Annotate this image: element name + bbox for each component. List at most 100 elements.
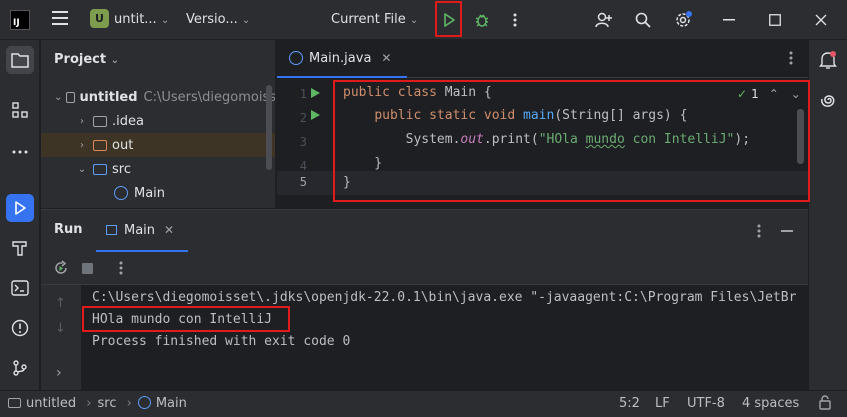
- tree-item-main[interactable]: Main: [41, 181, 275, 205]
- project-tool-button[interactable]: [6, 46, 34, 74]
- run-icon: [15, 201, 26, 215]
- line-separator[interactable]: LF: [655, 391, 670, 417]
- structure-icon: [12, 102, 28, 118]
- console-output-line: Process finished with exit code 0: [92, 334, 351, 349]
- indent-setting[interactable]: 4 spaces: [742, 391, 799, 417]
- run-options-icon[interactable]: [757, 223, 761, 243]
- breadcrumb-item[interactable]: untitled: [26, 396, 76, 411]
- gear-icon[interactable]: [671, 8, 695, 32]
- code-editor[interactable]: 1 2 3 4 5 public class Main { public sta…: [277, 79, 810, 208]
- java-class-icon: [289, 51, 303, 65]
- close-icon[interactable]: ✕: [381, 51, 391, 65]
- java-class-icon: [137, 396, 151, 409]
- more-tools-button[interactable]: [6, 138, 34, 166]
- highlight-run-button: [435, 1, 462, 37]
- run-gutter-icon[interactable]: [311, 88, 320, 98]
- git-icon: [13, 360, 27, 376]
- run-panel: Run Main ✕ ↑ ↓ › C:\Users\diegomoisset\.…: [41, 209, 808, 391]
- tab-label: Main.java: [309, 50, 372, 66]
- breadcrumb: untitled › src › Main: [8, 391, 187, 417]
- chevron-down-icon: ⌄: [77, 163, 87, 175]
- spiral-icon: [821, 95, 835, 107]
- chevron-right-icon: ›: [126, 396, 132, 411]
- tree-item-path: C:\Users\diegomoiss: [143, 89, 276, 105]
- chevron-right-icon[interactable]: ›: [56, 365, 62, 381]
- chevron-down-icon: ⌄: [409, 15, 419, 26]
- intellij-logo[interactable]: IJ: [10, 10, 30, 30]
- structure-tool-button[interactable]: [6, 96, 34, 124]
- highlight-output-box: [82, 306, 290, 332]
- run-gutter-icon[interactable]: [311, 110, 320, 120]
- project-badge[interactable]: U: [90, 9, 109, 28]
- run-tab-label: Main: [124, 222, 156, 238]
- chevron-right-icon: ›: [80, 139, 84, 151]
- tree-item-label: src: [112, 161, 131, 177]
- console-icon: [106, 225, 117, 235]
- hide-panel-icon[interactable]: [781, 230, 793, 232]
- breadcrumb-item[interactable]: Main: [156, 396, 187, 411]
- close-button[interactable]: [798, 0, 844, 40]
- tab-main-java[interactable]: Main.java ✕: [277, 40, 407, 78]
- caret-position[interactable]: 5:2: [619, 391, 640, 417]
- tree-item-out[interactable]: › out: [41, 133, 275, 157]
- notifications-button[interactable]: [814, 46, 842, 74]
- chevron-down-icon: ⌄: [241, 15, 251, 26]
- git-tool-button[interactable]: [6, 354, 34, 382]
- debug-button[interactable]: [470, 8, 494, 32]
- more-tabs-icon[interactable]: [789, 50, 793, 70]
- tree-item-idea[interactable]: › .idea: [41, 109, 275, 133]
- run-config-label: Current File: [331, 12, 406, 27]
- breadcrumb-item[interactable]: src: [98, 396, 117, 411]
- build-tool-button[interactable]: [6, 234, 34, 262]
- chevron-right-icon: ›: [80, 115, 84, 127]
- line-number: 5: [299, 175, 307, 189]
- project-panel-title[interactable]: Project ⌄: [54, 52, 119, 67]
- project-scrollbar[interactable]: [266, 85, 272, 170]
- file-encoding[interactable]: UTF-8: [687, 391, 725, 417]
- problems-tool-button[interactable]: [6, 314, 34, 342]
- source-folder-icon: [93, 163, 107, 175]
- line-number: 2: [299, 111, 307, 125]
- left-tool-strip: [0, 40, 40, 390]
- vcs-widget[interactable]: Versio... ⌄: [186, 0, 250, 40]
- main-menu-icon[interactable]: [52, 11, 68, 27]
- run-toolbar: [41, 252, 808, 285]
- chevron-right-icon: ›: [86, 396, 92, 411]
- run-side-toolbar: ↑ ↓ ›: [41, 285, 81, 391]
- tree-item-untitled[interactable]: ⌄ untitled C:\Users\diegomoiss: [41, 85, 276, 109]
- folder-icon: [8, 398, 21, 408]
- tree-item-src[interactable]: ⌄ src: [41, 157, 275, 181]
- minimize-button[interactable]: [706, 0, 752, 40]
- ai-assistant-button[interactable]: [814, 86, 842, 114]
- arrow-up-icon[interactable]: ↑: [55, 296, 66, 311]
- project-widget[interactable]: untit... ⌄: [114, 0, 169, 40]
- run-tool-button[interactable]: [6, 194, 34, 222]
- search-icon[interactable]: [631, 8, 655, 32]
- arrow-down-icon[interactable]: ↓: [55, 321, 66, 336]
- bell-icon: [819, 51, 837, 69]
- title-bar: IJ U untit... ⌄ Versio... ⌄ Current File…: [0, 0, 847, 40]
- tree-item-label: untitled: [79, 89, 138, 105]
- folder-icon: [11, 53, 29, 68]
- vcs-label: Versio...: [186, 12, 238, 27]
- run-panel-header: Run Main ✕: [41, 210, 808, 252]
- line-number: 4: [299, 159, 307, 173]
- close-icon[interactable]: ✕: [164, 223, 174, 237]
- stop-icon[interactable]: [82, 263, 93, 274]
- tab-run-main[interactable]: Main ✕: [96, 210, 188, 252]
- editor-tabs: Main.java ✕: [277, 40, 808, 78]
- rerun-button[interactable]: [53, 260, 69, 280]
- console-output-line: C:\Users\diegomoisset\.jdks\openjdk-22.0…: [92, 290, 797, 305]
- more-actions-icon[interactable]: [503, 8, 527, 32]
- lock-icon[interactable]: [818, 391, 832, 417]
- problems-icon: [11, 319, 29, 337]
- right-tool-strip: [808, 40, 847, 390]
- add-user-icon[interactable]: [592, 8, 616, 32]
- rerun-icon: [55, 260, 67, 274]
- run-config-selector[interactable]: Current File ⌄: [331, 0, 418, 40]
- project-title-text: Project: [54, 52, 107, 67]
- terminal-tool-button[interactable]: [6, 274, 34, 302]
- maximize-button[interactable]: [752, 0, 798, 40]
- more-run-actions-icon[interactable]: [119, 260, 123, 280]
- chevron-down-icon: ⌄: [160, 15, 170, 26]
